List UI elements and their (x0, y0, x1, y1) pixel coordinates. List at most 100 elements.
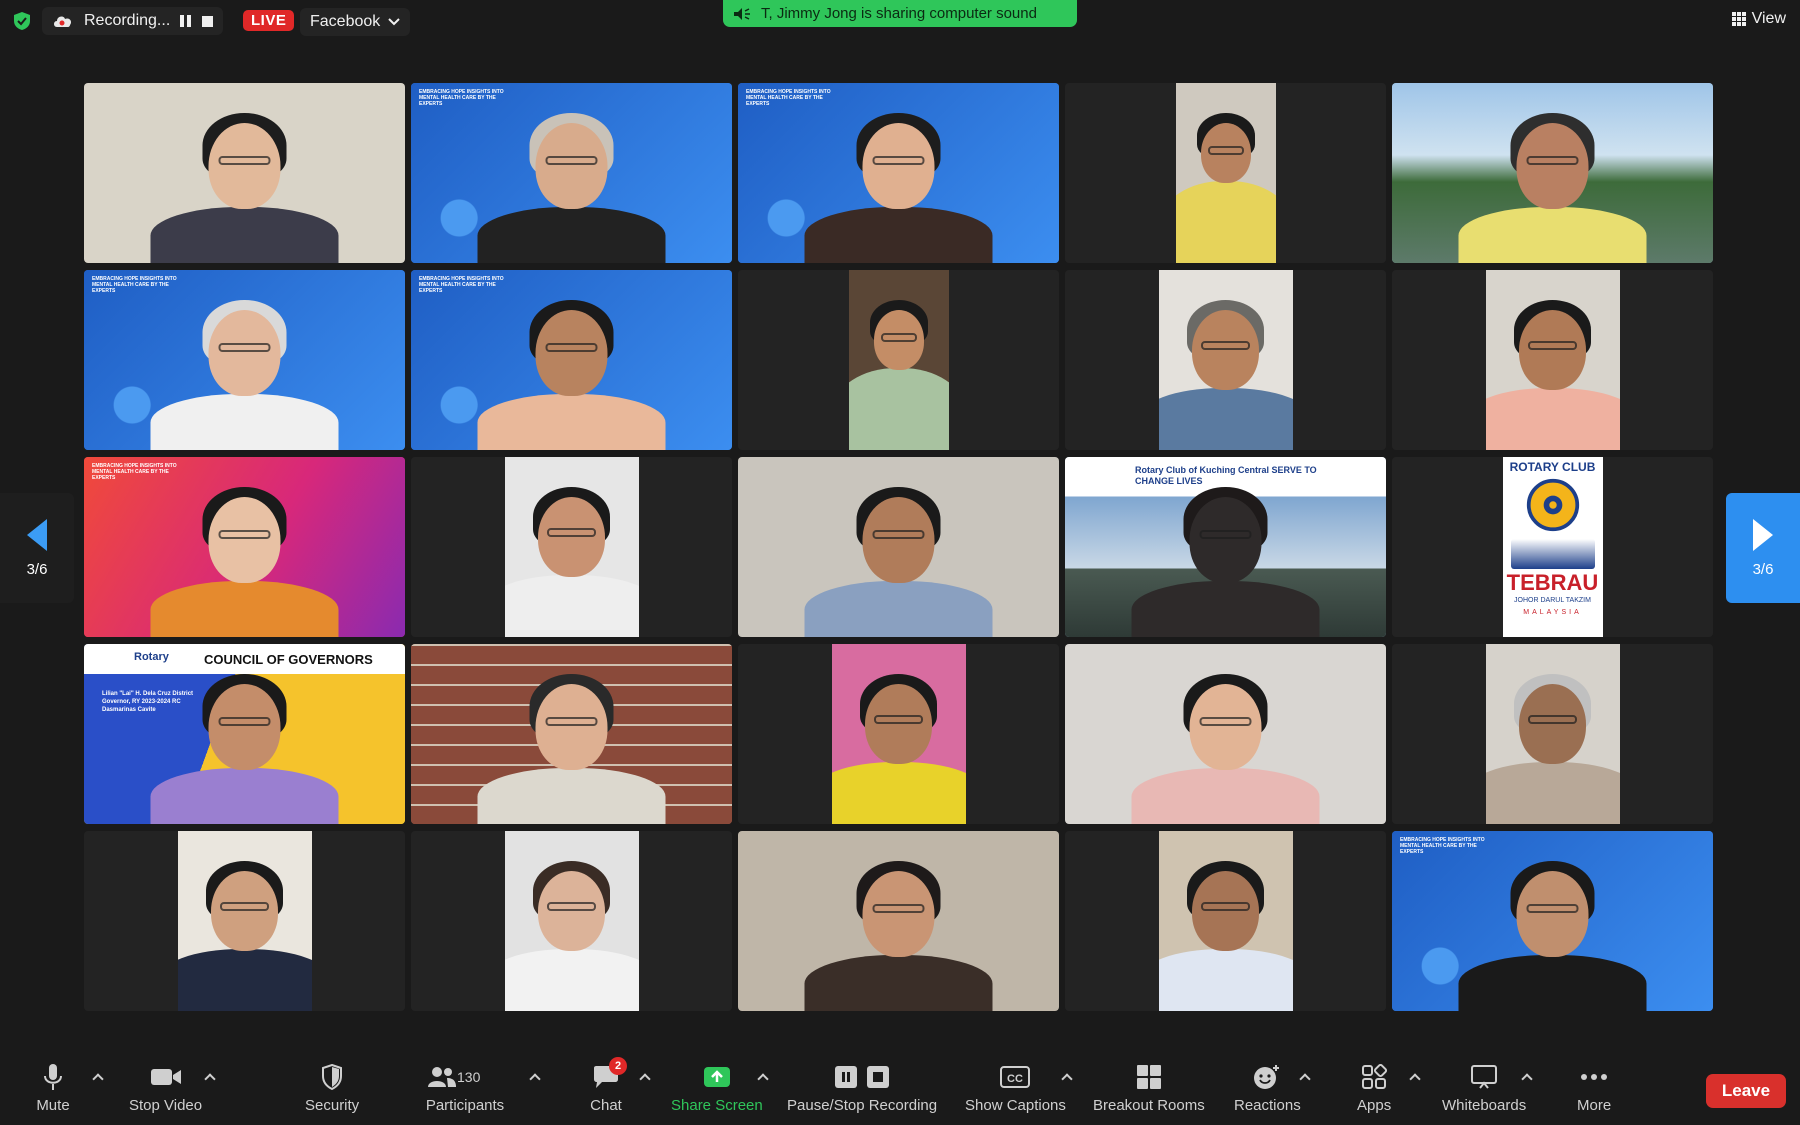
share-options-caret[interactable] (757, 1071, 767, 1081)
video-feed (504, 831, 639, 1011)
next-page-button[interactable]: 3/6 (1726, 493, 1800, 603)
glasses (218, 155, 271, 165)
view-button[interactable]: View (1731, 10, 1786, 28)
glasses (1199, 529, 1252, 539)
participant-person (738, 831, 1059, 1011)
previous-page-button[interactable]: 3/6 (0, 493, 74, 603)
participant-body (477, 768, 666, 824)
security-button[interactable]: Security (305, 1063, 359, 1114)
chat-label: Chat (590, 1097, 622, 1114)
participant-body (804, 955, 993, 1011)
meeting-controls-toolbar: Mute Stop Video Security 130 Participant… (0, 1057, 1800, 1125)
participant-person (1485, 270, 1620, 450)
participant-video-9[interactable] (1065, 270, 1386, 450)
participant-body (477, 394, 666, 450)
participant-person (84, 644, 405, 824)
share-screen-button[interactable]: Share Screen (671, 1063, 763, 1114)
video-feed (1485, 270, 1620, 450)
audio-options-caret[interactable] (92, 1071, 102, 1081)
participant-body (1131, 581, 1320, 637)
glasses (1201, 901, 1250, 911)
glasses (872, 903, 925, 913)
apps-button[interactable]: Apps (1357, 1063, 1391, 1114)
participants-button[interactable]: 130 Participants (425, 1063, 505, 1114)
participant-video-20[interactable] (1392, 644, 1713, 824)
video-feed (1158, 831, 1293, 1011)
pause-stop-recording-label: Pause/Stop Recording (787, 1097, 938, 1114)
more-button[interactable]: More (1577, 1063, 1611, 1114)
participant-video-21[interactable] (84, 831, 405, 1011)
participant-video-6[interactable]: EMBRACING HOPE INSIGHTS INTO MENTAL HEAL… (84, 270, 405, 450)
participant-video-1[interactable] (84, 83, 405, 263)
stop-recording-icon[interactable] (202, 15, 214, 27)
participant-face (1519, 310, 1586, 391)
participant-video-10[interactable] (1392, 270, 1713, 450)
mute-button[interactable]: Mute (36, 1063, 70, 1114)
video-feed (831, 644, 966, 824)
chat-options-caret[interactable] (639, 1071, 649, 1081)
video-feed: Rotary Club of Kuching Central SERVE TO … (1065, 457, 1386, 637)
participant-video-18[interactable] (738, 644, 1059, 824)
reactions-button[interactable]: Reactions (1234, 1063, 1301, 1114)
video-feed (177, 831, 312, 1011)
show-captions-button[interactable]: CC Show Captions (965, 1063, 1066, 1114)
computer-sound-sharing-banner[interactable]: T, Jimmy Jong is sharing computer sound (723, 0, 1077, 27)
participant-video-2[interactable]: EMBRACING HOPE INSIGHTS INTO MENTAL HEAL… (411, 83, 732, 263)
participant-video-16[interactable]: Rotary COUNCIL OF GOVERNORS Lilian "Lai" H… (84, 644, 405, 824)
glasses (872, 529, 925, 539)
video-camera-icon (149, 1063, 183, 1091)
pause-recording-icon[interactable] (180, 15, 192, 27)
participant-video-17[interactable] (411, 644, 732, 824)
participant-video-14[interactable]: Rotary Club of Kuching Central SERVE TO … (1065, 457, 1386, 637)
live-stream-target-dropdown[interactable]: Facebook (300, 8, 411, 36)
participant-video-3[interactable]: EMBRACING HOPE INSIGHTS INTO MENTAL HEAL… (738, 83, 1059, 263)
leave-button[interactable]: Leave (1706, 1074, 1786, 1108)
live-badge[interactable]: LIVE (243, 10, 295, 31)
glasses (1528, 714, 1577, 724)
participant-video-5[interactable] (1392, 83, 1713, 263)
chat-button[interactable]: 2 Chat (589, 1057, 627, 1114)
pause-stop-recording-button[interactable]: Pause/Stop Recording (787, 1063, 937, 1114)
video-feed: Rotary COUNCIL OF GOVERNORS Lilian "Lai" H… (84, 644, 405, 824)
participant-video-25[interactable]: EMBRACING HOPE INSIGHTS INTO MENTAL HEAL… (1392, 831, 1713, 1011)
reactions-options-caret[interactable] (1299, 1071, 1309, 1081)
arrow-left-icon (27, 518, 47, 551)
glasses (545, 342, 598, 352)
show-captions-label: Show Captions (965, 1097, 1066, 1114)
participant-video-11[interactable]: EMBRACING HOPE INSIGHTS INTO MENTAL HEAL… (84, 457, 405, 637)
apps-icon (1357, 1063, 1391, 1091)
participant-video-23[interactable] (738, 831, 1059, 1011)
participant-video-13[interactable] (738, 457, 1059, 637)
glasses (218, 342, 271, 352)
participant-body (150, 207, 339, 263)
participant-face (208, 497, 281, 584)
breakout-rooms-icon (1132, 1063, 1166, 1091)
participant-body (150, 581, 339, 637)
whiteboards-options-caret[interactable] (1521, 1071, 1531, 1081)
encryption-shield-icon[interactable] (12, 11, 32, 31)
participants-options-caret[interactable] (529, 1071, 539, 1081)
harbor-illustration (1510, 539, 1595, 569)
participant-video-4[interactable] (1065, 83, 1386, 263)
participant-body (831, 762, 966, 824)
stop-video-button[interactable]: Stop Video (129, 1063, 202, 1114)
participant-video-7[interactable]: EMBRACING HOPE INSIGHTS INTO MENTAL HEAL… (411, 270, 732, 450)
participant-video-24[interactable] (1065, 831, 1386, 1011)
video-options-caret[interactable] (204, 1071, 214, 1081)
captions-options-caret[interactable] (1061, 1071, 1071, 1081)
glasses (874, 714, 923, 724)
recording-indicator[interactable]: Recording... (42, 7, 224, 35)
participant-video-22[interactable] (411, 831, 732, 1011)
participant-video-19[interactable] (1065, 644, 1386, 824)
participant-body (1158, 388, 1293, 450)
participant-body (177, 949, 312, 1011)
participant-video-8[interactable] (738, 270, 1059, 450)
reactions-label: Reactions (1234, 1097, 1301, 1114)
speaker-icon (734, 7, 750, 20)
participant-video-15[interactable]: ROTARY CLUB TEBRAU JOHOR DARUL TAKZIM MALAY… (1392, 457, 1713, 637)
participant-body (504, 949, 639, 1011)
participant-video-12[interactable] (411, 457, 732, 637)
whiteboards-button[interactable]: Whiteboards (1442, 1063, 1526, 1114)
breakout-rooms-button[interactable]: Breakout Rooms (1093, 1063, 1205, 1114)
apps-options-caret[interactable] (1409, 1071, 1419, 1081)
